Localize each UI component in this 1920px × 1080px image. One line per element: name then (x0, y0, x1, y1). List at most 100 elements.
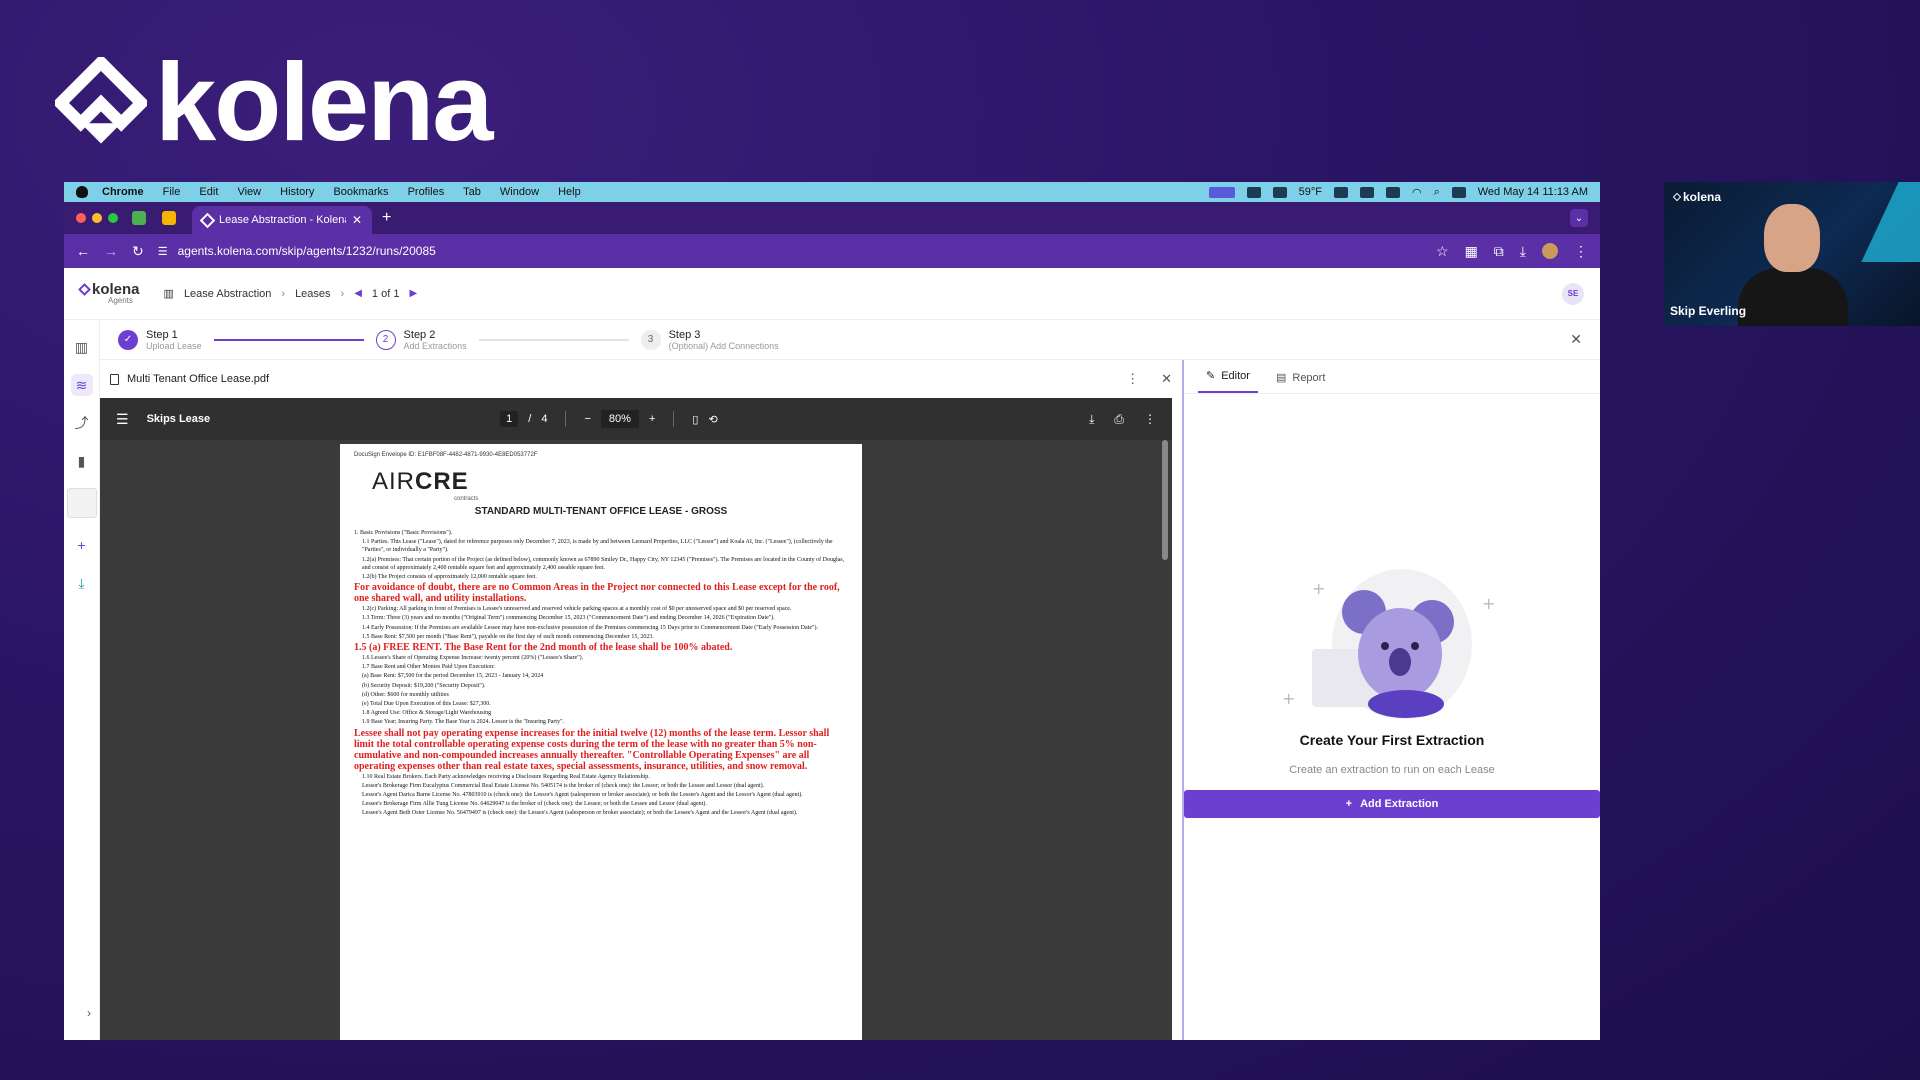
gear-icon[interactable] (1359, 186, 1374, 198)
document-icon (110, 373, 119, 385)
fit-page-icon[interactable]: ▯ (692, 413, 698, 426)
webcam-tile: kolena Skip Everling (1664, 182, 1920, 326)
lease-red-amendment: For avoidance of doubt, there are no Com… (354, 582, 840, 605)
toolbar-divider (565, 411, 567, 427)
menu-window[interactable]: Window (500, 186, 539, 198)
close-file-icon[interactable]: ✕ (1161, 371, 1172, 387)
puzzle-extensions-icon[interactable]: ⧉ (1494, 243, 1504, 260)
menu-view[interactable]: View (237, 186, 261, 198)
docs-icon[interactable] (162, 211, 176, 225)
step-2[interactable]: 2 Step 2 Add Extractions (375, 329, 467, 351)
nav-buildings-icon[interactable]: ▥ (71, 336, 93, 358)
back-arrow-icon[interactable]: ← (76, 243, 90, 259)
app-logo-sub: Agents (108, 296, 133, 305)
breadcrumb-leases[interactable]: Leases (295, 288, 330, 300)
nav-layers-icon[interactable]: ≋ (70, 374, 93, 396)
browser-menu-icon[interactable]: ⋮ (1574, 243, 1588, 260)
page-number-input[interactable]: 1 (500, 411, 519, 427)
document-thumbnail[interactable] (66, 488, 97, 518)
status-icon[interactable] (1272, 186, 1287, 198)
extension-icon[interactable]: ▦ (1465, 243, 1478, 260)
user-avatar[interactable]: SE (1562, 282, 1584, 305)
step-1[interactable]: ✓ Step 1 Upload Lease (118, 329, 202, 351)
weather-label[interactable]: 59°F (1299, 186, 1322, 198)
svg-text:+: + (1282, 689, 1295, 708)
menu-chrome[interactable]: Chrome (102, 186, 144, 198)
menu-edit[interactable]: Edit (199, 186, 218, 198)
menu-history[interactable]: History (280, 186, 314, 198)
menu-bookmarks[interactable]: Bookmarks (333, 186, 388, 198)
pdf-viewer: ☰ Skips Lease 1 / 4 − 80% + ▯ ⟲ ⤓ ⎙ ⋮ Do… (100, 398, 1172, 1040)
app-logo[interactable]: kolena Agents (78, 282, 140, 305)
pdf-download-icon[interactable]: ⤓ (1089, 412, 1094, 427)
extraction-pane: ✎ Editor ▤ Report + + + Create Your Firs… (1184, 360, 1600, 1040)
menu-profiles[interactable]: Profiles (408, 186, 445, 198)
step-3[interactable]: 3 Step 3 (Optional) Add Connections (640, 329, 779, 351)
drive-icon[interactable] (132, 211, 146, 225)
close-wizard-icon[interactable]: ✕ (1570, 331, 1582, 348)
pdf-scrollbar[interactable] (1162, 440, 1168, 560)
browser-tab-active[interactable]: Lease Abstraction - Kolena ✕ (192, 206, 372, 234)
lease-line: 1.2(a) Premises: That certain portion of… (362, 556, 845, 571)
step-2-number: 2 (375, 329, 396, 350)
battery-icon[interactable] (1385, 186, 1400, 198)
record-pager: 1 of 1 (371, 287, 400, 300)
next-record-icon[interactable]: ▶ (409, 288, 417, 299)
nav-chart-icon[interactable]: ▮ (71, 450, 93, 472)
grid-icon[interactable] (1246, 186, 1261, 198)
zoom-in-icon[interactable]: + (649, 413, 655, 425)
split-view: Multi Tenant Office Lease.pdf ⋮ ✕ ☰ Skip… (100, 360, 1600, 1040)
nav-download-icon[interactable]: ⤓ (71, 572, 93, 594)
zoom-level[interactable]: 80% (600, 410, 639, 428)
expand-nav-chevron-icon[interactable]: › (87, 1006, 91, 1020)
breadcrumb-separator-icon: › (281, 287, 286, 300)
apple-icon[interactable] (76, 186, 88, 198)
pdf-more-icon[interactable]: ⋮ (1144, 412, 1156, 427)
site-settings-icon[interactable]: ☰ (158, 245, 168, 258)
nav-workflow-icon[interactable]: ⤴ (71, 412, 93, 434)
bookmark-star-icon[interactable]: ☆ (1436, 243, 1449, 260)
user-icon[interactable] (1333, 186, 1348, 198)
screen-share-icon[interactable] (1208, 186, 1235, 198)
print-icon[interactable]: ⎙ (1114, 412, 1124, 427)
tab-editor[interactable]: ✎ Editor (1198, 369, 1258, 393)
pdf-menu-icon[interactable]: ☰ (116, 411, 129, 428)
stepper: ✓ Step 1 Upload Lease 2 Step 2 Add Extra… (100, 320, 1600, 360)
tab-report[interactable]: ▤ Report (1268, 371, 1333, 393)
empty-state: + + + Create Your First Extraction Creat… (1184, 394, 1600, 1040)
address-bar[interactable]: ☰ agents.kolena.com/skip/agents/1232/run… (158, 244, 1422, 258)
add-extraction-button[interactable]: + Add Extraction (1184, 790, 1600, 818)
control-center-icon[interactable] (1451, 186, 1466, 198)
menu-help[interactable]: Help (558, 186, 581, 198)
pdf-canvas[interactable]: DocuSign Envelope ID: E1FBF08F-4482-4871… (100, 440, 1172, 1040)
step-connector (213, 338, 364, 341)
tab-search-chevron-icon[interactable]: ⌄ (1570, 209, 1588, 227)
presenter-body (1738, 268, 1848, 326)
new-tab-icon[interactable]: + (382, 209, 391, 227)
breadcrumb-agent[interactable]: Lease Abstraction (184, 288, 271, 300)
minimize-window-button[interactable] (92, 213, 102, 223)
close-window-button[interactable] (76, 213, 86, 223)
nav-add-icon[interactable]: + (71, 534, 93, 556)
menu-tab[interactable]: Tab (463, 186, 481, 198)
menu-file[interactable]: File (163, 186, 181, 198)
maximize-window-button[interactable] (108, 213, 118, 223)
lease-line: Lessee's Brokerage Firm Allie Tung Licen… (362, 801, 707, 808)
rotate-icon[interactable]: ⟲ (708, 413, 717, 426)
presenter-name: Skip Everling (1670, 304, 1747, 318)
datetime-label[interactable]: Wed May 14 11:13 AM (1478, 186, 1588, 198)
svg-text:+: + (1312, 579, 1325, 598)
prev-record-icon[interactable]: ◀ (354, 288, 362, 299)
plus-icon: + (1345, 798, 1353, 810)
profile-avatar[interactable] (1542, 243, 1558, 259)
close-tab-icon[interactable]: ✕ (352, 213, 362, 227)
zoom-out-icon[interactable]: − (584, 413, 590, 425)
file-more-icon[interactable]: ⋮ (1126, 371, 1139, 387)
lease-title: STANDARD MULTI-TENANT OFFICE LEASE - GRO… (474, 506, 728, 517)
search-icon[interactable]: ⌕ (1434, 186, 1440, 199)
wifi-icon[interactable]: ◠ (1412, 186, 1422, 199)
reload-icon[interactable]: ↻ (132, 243, 144, 260)
download-icon[interactable]: ⤓ (1520, 243, 1526, 260)
lease-line: (b) Security Deposit: $19,200 ("Security… (362, 682, 486, 689)
forward-arrow-icon[interactable]: → (104, 243, 118, 259)
